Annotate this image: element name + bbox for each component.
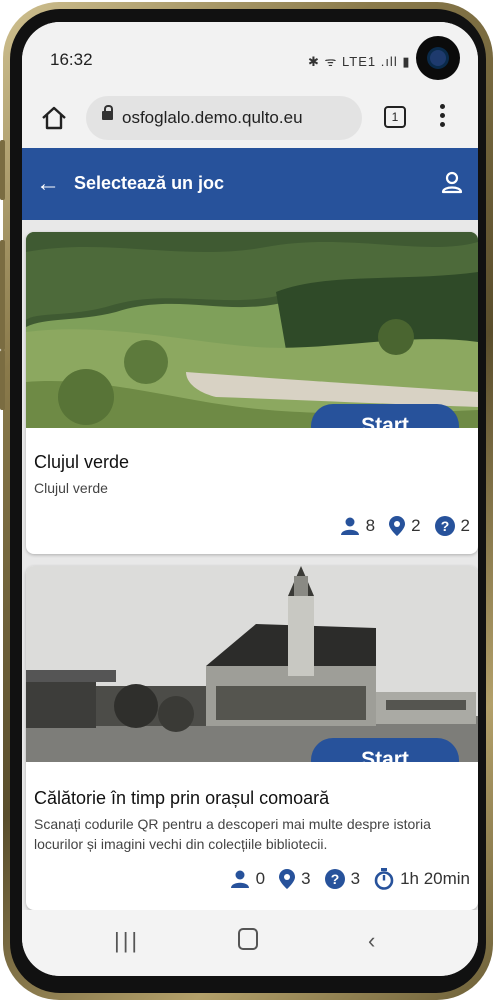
back-arrow-icon[interactable]: ← [36, 172, 60, 196]
screen: 16:32 ✱ ᯤ LTE1 .ıll ▮ osfoglalo.demo.qul… [22, 22, 478, 976]
players-count: 8 [365, 516, 376, 535]
game-list: Start Clujul verde Clujul verde 8 2 ? 2 … [22, 220, 478, 910]
game-card[interactable]: Start Clujul verde Clujul verde 8 2 ? 2 [26, 232, 478, 554]
game-title: Călătorie în timp prin orașul comoară [34, 788, 330, 808]
game-image-old-city: Start [26, 566, 478, 762]
question-icon: ? [324, 869, 345, 889]
duration-stat: 1h 20min [374, 868, 470, 890]
questions-stat: ? 3 [324, 869, 361, 889]
locations-count: 2 [411, 516, 421, 535]
duration-value: 1h 20min [400, 869, 470, 888]
person-icon [230, 870, 249, 888]
person-icon [340, 517, 359, 535]
status-time: 16:32 [50, 50, 93, 69]
user-profile-icon[interactable] [440, 170, 464, 196]
recent-apps-icon[interactable]: ||| [114, 928, 140, 954]
players-stat: 8 [340, 516, 375, 536]
phone-side-button [0, 140, 5, 200]
game-description: Scanați codurile QR pentru a descoperi m… [34, 816, 431, 852]
map-pin-icon [389, 516, 406, 536]
game-image-landscape: Start [26, 232, 478, 428]
page-title: Selectează un joc [74, 173, 225, 193]
status-bar: 16:32 ✱ ᯤ LTE1 .ıll ▮ [22, 22, 478, 90]
map-pin-icon [279, 869, 296, 889]
players-count: 0 [255, 869, 266, 888]
browser-toolbar: osfoglalo.demo.qulto.eu 1 [22, 90, 478, 150]
app-header: ← Selectează un joc [22, 148, 478, 220]
locations-stat: 2 [389, 516, 421, 536]
questions-stat: ? 2 [434, 516, 470, 536]
game-card[interactable]: Start Călătorie în timp prin orașul como… [26, 566, 478, 910]
questions-count: 3 [350, 869, 361, 888]
lock-icon [102, 105, 113, 120]
game-title: Clujul verde [34, 452, 130, 472]
home-nav-icon[interactable] [238, 928, 258, 956]
players-stat: 0 [230, 869, 265, 889]
game-description: Clujul verde [34, 480, 108, 496]
status-icons: ✱ ᯤ LTE1 .ıll ▮ [308, 54, 411, 69]
home-icon[interactable] [40, 104, 68, 132]
game-stats: 0 3 ? 3 1h 20min [222, 868, 470, 890]
phone-frame: 16:32 ✱ ᯤ LTE1 .ıll ▮ osfoglalo.demo.qul… [0, 0, 498, 1004]
svg-text:?: ? [330, 871, 339, 887]
svg-text:?: ? [440, 518, 449, 534]
front-camera [416, 36, 460, 80]
locations-stat: 3 [279, 869, 311, 889]
locations-count: 3 [301, 869, 311, 888]
tab-switcher-button[interactable]: 1 [384, 106, 406, 128]
questions-count: 2 [460, 516, 470, 535]
question-icon: ? [434, 516, 455, 536]
back-nav-icon[interactable]: ‹ [368, 928, 375, 954]
game-stats: 8 2 ? 2 [332, 516, 470, 536]
address-bar[interactable]: osfoglalo.demo.qulto.eu [86, 96, 362, 140]
system-nav-bar: ||| ‹ [22, 910, 478, 976]
stopwatch-icon [374, 868, 394, 890]
phone-volume-button [0, 240, 5, 350]
url-text: osfoglalo.demo.qulto.eu [122, 108, 303, 127]
start-button[interactable]: Start [311, 738, 459, 762]
start-button[interactable]: Start [311, 404, 459, 428]
browser-menu-icon[interactable] [440, 104, 446, 131]
phone-side-button [0, 350, 5, 410]
